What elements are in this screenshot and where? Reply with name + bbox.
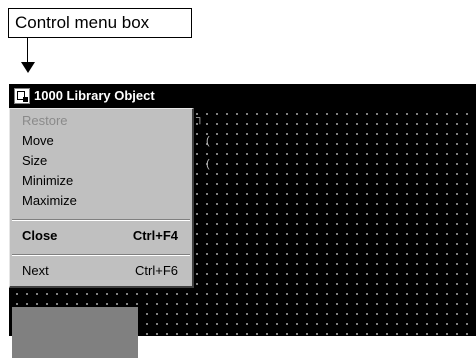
menu-item-restore[interactable]: Restore xyxy=(22,112,68,129)
callout-arrow-icon xyxy=(21,62,35,73)
menu-item-close[interactable]: Close xyxy=(22,227,57,244)
menu-item-label: Close xyxy=(22,228,58,243)
menu-item-label: Restore xyxy=(22,113,68,128)
menu-item-label: Size xyxy=(22,153,48,168)
callout-arrow-line xyxy=(27,38,28,62)
menu-item-minimize[interactable]: Minimize xyxy=(22,172,73,189)
canvas-fragment: ( xyxy=(206,158,210,170)
menu-item-size[interactable]: Size xyxy=(22,152,47,169)
window-glyph-dot xyxy=(23,97,28,102)
canvas-fragment: ( xyxy=(206,135,210,147)
callout-label: Control menu box xyxy=(15,13,150,32)
menu-item-label: Minimize xyxy=(22,173,74,188)
control-menu-box-icon[interactable] xyxy=(14,88,30,104)
menu-item-move[interactable]: Move xyxy=(22,132,54,149)
close-shortcut: Ctrl+F4 xyxy=(132,228,178,243)
canvas-fragment: ┐ xyxy=(196,112,204,124)
menu-separator xyxy=(12,254,190,256)
menu-item-label: Maximize xyxy=(22,193,77,208)
menu-item-next[interactable]: Next xyxy=(22,262,49,279)
window-title: 1000 Library Object xyxy=(34,88,155,103)
menu-item-label: Move xyxy=(22,133,54,148)
control-menu-box-callout: Control menu box xyxy=(8,8,192,38)
control-menu: Restore Move Size Minimize Maximize Clos… xyxy=(9,108,194,288)
window-titlebar[interactable]: 1000 Library Object xyxy=(10,85,476,107)
gray-panel xyxy=(12,307,138,358)
next-shortcut: Ctrl+F6 xyxy=(135,263,178,278)
menu-separator xyxy=(12,219,190,221)
menu-item-maximize[interactable]: Maximize xyxy=(22,192,77,209)
menu-item-label: Next xyxy=(22,263,49,278)
